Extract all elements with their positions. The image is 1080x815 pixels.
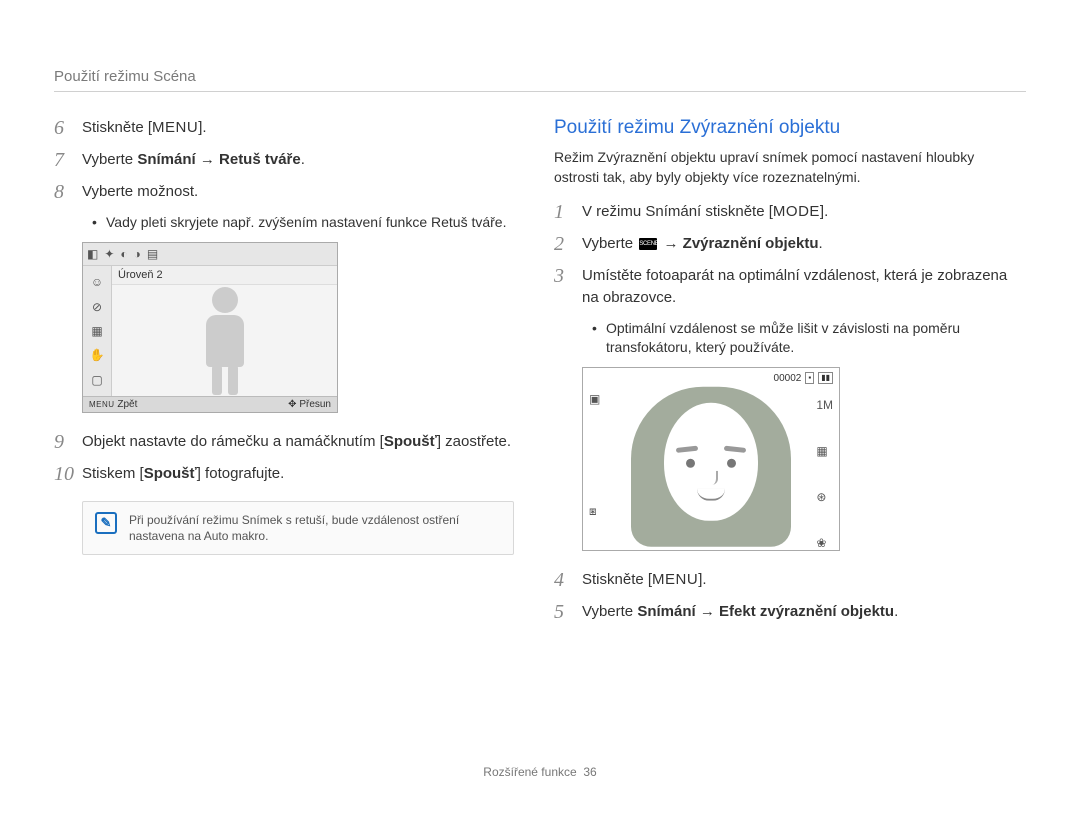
lcd-icon: ◑ (134, 245, 141, 263)
menu-word-icon: MENU (89, 400, 115, 409)
camera-lcd-retouch: ◧ ✦ ◐ ◑ ▤ ☺ ⊘ ▦ ✋ ▢ Úroveň 2 (82, 242, 338, 413)
step-r4-text: Stiskněte [MENU]. (582, 569, 707, 591)
step-8-bullet: Vady pleti skryjete např. zvýšením nasta… (92, 213, 514, 232)
step-r3-bullet: Optimální vzdálenost se může lišit v záv… (592, 319, 1014, 357)
lcd-icon: ▤ (147, 245, 158, 263)
step-r3: 3 Umístěte fotoaparát na optimální vzdál… (554, 265, 1014, 309)
step-r3-text: Umístěte fotoaparát na optimální vzdálen… (582, 265, 1014, 309)
note-box: ✎ Při používání režimu Snímek s retuší, … (82, 501, 514, 555)
sidebar-icon: ☺ (83, 273, 111, 291)
right-column: Použití režimu Zvýraznění objektu Režim … (554, 117, 1014, 633)
step-r4-post: ]. (698, 571, 706, 588)
step-number: 8 (54, 181, 82, 203)
lcd-bottom-bar: MENU Zpět ✥ Přesun (83, 396, 337, 412)
step-7-text: Vyberte Snímání → Retuš tváře. (82, 149, 305, 171)
lcd-icon: ◐ (120, 245, 127, 263)
lcd-silhouette (112, 285, 337, 396)
step-6: 6 Stiskněte [MENU]. (54, 117, 514, 139)
menu-word-icon: MENU (652, 571, 698, 588)
lcd-back: MENU Zpět (89, 399, 137, 410)
sd-icon: ▪ (805, 372, 814, 384)
step-r2: 2 Vyberte SCENE → Zvýraznění objektu. (554, 233, 1014, 255)
step-10: 10 Stiskem [Spoušť] fotografujte. (54, 463, 514, 485)
footer-page: 36 (583, 765, 596, 779)
size-icon: 1M (816, 398, 833, 412)
step-number: 7 (54, 149, 82, 171)
lcd-top-icons: ◧ ✦ ◐ ◑ ▤ (83, 243, 337, 266)
macro-icon: ❀ (816, 536, 833, 550)
step-r1-post: ]. (820, 203, 828, 220)
note-icon: ✎ (95, 512, 117, 534)
step-number: 2 (554, 233, 582, 255)
lcd-move: ✥ Přesun (288, 399, 331, 410)
step-r1-text: V režimu Snímání stiskněte [MODE]. (582, 201, 828, 223)
mode-icon: ▣ (589, 392, 600, 406)
step-number: 5 (554, 601, 582, 623)
quality-icon: ▦ (816, 444, 833, 458)
step-number: 10 (54, 463, 82, 485)
face-illustration (631, 381, 791, 551)
step-9: 9 Objekt nastavte do rámečku a namáčknut… (54, 431, 514, 453)
step-r5-text: Vyberte Snímání → Efekt zvýraznění objek… (582, 601, 898, 623)
sidebar-icon: ▦ (83, 322, 111, 340)
step-6-text: Stiskněte [MENU]. (82, 117, 207, 139)
step-8-text: Vyberte možnost. (82, 181, 198, 203)
section-intro: Režim Zvýraznění objektu upraví snímek p… (554, 147, 1014, 187)
lcd-icon: ◧ (87, 245, 98, 263)
camera-lcd-highlight: 00002 ▪ ▮▮ ▣ ⧆ 1M ▦ ⊛ ❀ (582, 367, 840, 551)
page-footer: Rozšířené funkce 36 (0, 765, 1080, 779)
mode-word-icon: MODE (773, 203, 820, 220)
step-number: 4 (554, 569, 582, 591)
sidebar-icon: ⊘ (83, 298, 111, 316)
footer-section: Rozšířené funkce (483, 765, 576, 779)
lcd-left-sidebar: ☺ ⊘ ▦ ✋ ▢ (83, 266, 112, 396)
focus-icon: ⧆ (589, 504, 600, 519)
step-10-text: Stiskem [Spoušť] fotografujte. (82, 463, 284, 485)
battery-icon: ▮▮ (818, 372, 833, 384)
lcd-icon: ✦ (104, 245, 114, 263)
step-9-text: Objekt nastavte do rámečku a namáčknutím… (82, 431, 511, 453)
step-r2-pre: Vyberte (582, 235, 637, 252)
step-r2-text: Vyberte SCENE → Zvýraznění objektu. (582, 233, 823, 255)
step-6-pre: Stiskněte [ (82, 119, 152, 136)
step-r4: 4 Stiskněte [MENU]. (554, 569, 1014, 591)
step-8: 8 Vyberte možnost. (54, 181, 514, 203)
note-text: Při používání režimu Snímek s retuší, bu… (129, 512, 501, 544)
lcd2-left-icons: ▣ ⧆ (589, 392, 600, 519)
content-columns: 6 Stiskněte [MENU]. 7 Vyberte Snímání → … (54, 117, 1026, 633)
step-6-post: ]. (198, 119, 206, 136)
step-number: 3 (554, 265, 582, 287)
step-number: 6 (54, 117, 82, 139)
step-r1-pre: V režimu Snímání stiskněte [ (582, 203, 773, 220)
step-r1: 1 V režimu Snímání stiskněte [MODE]. (554, 201, 1014, 223)
step-7: 7 Vyberte Snímání → Retuš tváře. (54, 149, 514, 171)
lcd-back-label: Zpět (117, 399, 137, 410)
scene-icon: SCENE (639, 238, 657, 250)
step-r5: 5 Vyberte Snímání → Efekt zvýraznění obj… (554, 601, 1014, 623)
menu-word-icon: MENU (152, 119, 198, 136)
section-title: Použití režimu Zvýraznění objektu (554, 117, 1014, 139)
lcd-level-label: Úroveň 2 (112, 266, 337, 285)
lcd2-right-icons: 1M ▦ ⊛ ❀ (816, 398, 833, 550)
step-r2-post: → Zvýraznění objektu. (659, 235, 822, 252)
lcd-move-label: Přesun (299, 399, 331, 410)
left-column: 6 Stiskněte [MENU]. 7 Vyberte Snímání → … (54, 117, 514, 633)
step-number: 9 (54, 431, 82, 453)
page-header: Použití režimu Scéna (54, 68, 1026, 92)
sidebar-icon: ▢ (83, 371, 111, 389)
sidebar-icon: ✋ (83, 346, 111, 364)
step-number: 1 (554, 201, 582, 223)
step-r4-pre: Stiskněte [ (582, 571, 652, 588)
flash-icon: ⊛ (816, 490, 833, 504)
